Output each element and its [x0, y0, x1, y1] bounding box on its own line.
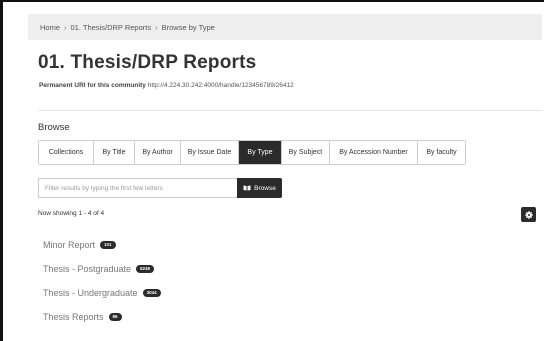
uri-label: Permanent URI for this community	[39, 82, 146, 89]
tab-by-title[interactable]: By Title	[94, 141, 135, 164]
browse-button[interactable]: Browse	[237, 178, 282, 198]
breadcrumb-separator: ›	[64, 22, 67, 32]
filter-form: Browse	[38, 178, 282, 198]
browse-button-label: Browse	[254, 184, 276, 192]
type-list: Minor Report 101 Thesis - Postgraduate 5…	[43, 233, 161, 329]
window-frame-top	[0, 0, 544, 2]
breadcrumb-home[interactable]: Home	[40, 23, 60, 32]
page-title: 01. Thesis/DRP Reports	[38, 52, 257, 73]
tab-by-subject[interactable]: By Subject	[282, 141, 330, 164]
count-badge: 5249	[136, 265, 155, 273]
count-badge: 101	[100, 241, 116, 249]
tab-by-accession-number[interactable]: By Accession Number	[330, 141, 418, 164]
count-badge: 86	[108, 313, 122, 321]
window-frame-left	[0, 0, 3, 341]
filter-input[interactable]	[38, 178, 237, 198]
list-item[interactable]: Thesis - Postgraduate 5249	[43, 257, 161, 281]
gear-icon	[524, 210, 533, 219]
breadcrumb: Home › 01. Thesis/DRP Reports › Browse b…	[28, 14, 542, 40]
permanent-uri: Permanent URI for this community http://…	[39, 82, 294, 89]
breadcrumb-community[interactable]: 01. Thesis/DRP Reports	[71, 23, 152, 32]
list-item[interactable]: Thesis Reports 86	[43, 305, 161, 329]
browse-heading: Browse	[38, 122, 70, 133]
breadcrumb-current: Browse by Type	[161, 22, 215, 32]
tab-by-type[interactable]: By Type	[239, 141, 282, 164]
list-item-label: Thesis - Undergraduate	[43, 288, 138, 298]
list-item[interactable]: Thesis - Undergraduate 3044	[43, 281, 161, 305]
breadcrumb-separator: ›	[155, 22, 158, 32]
settings-button[interactable]	[521, 207, 536, 222]
tab-by-issue-date[interactable]: By Issue Date	[181, 141, 239, 164]
tab-by-author[interactable]: By Author	[135, 141, 181, 164]
list-item-label: Thesis Reports	[43, 312, 104, 322]
section-divider	[38, 110, 542, 111]
list-item-label: Thesis - Postgraduate	[43, 264, 132, 274]
list-item-label: Minor Report	[43, 240, 96, 250]
tab-by-faculty[interactable]: By faculty	[418, 141, 465, 164]
count-badge: 3044	[142, 289, 161, 297]
tab-collections[interactable]: Collections	[39, 141, 94, 164]
book-icon	[243, 185, 251, 191]
uri-value[interactable]: http://4.224.30.242:4000/handle/12345678…	[148, 82, 294, 89]
showing-count: Now showing 1 - 4 of 4	[38, 210, 105, 217]
list-item[interactable]: Minor Report 101	[43, 233, 161, 257]
browse-tabs: Collections By Title By Author By Issue …	[38, 140, 466, 165]
